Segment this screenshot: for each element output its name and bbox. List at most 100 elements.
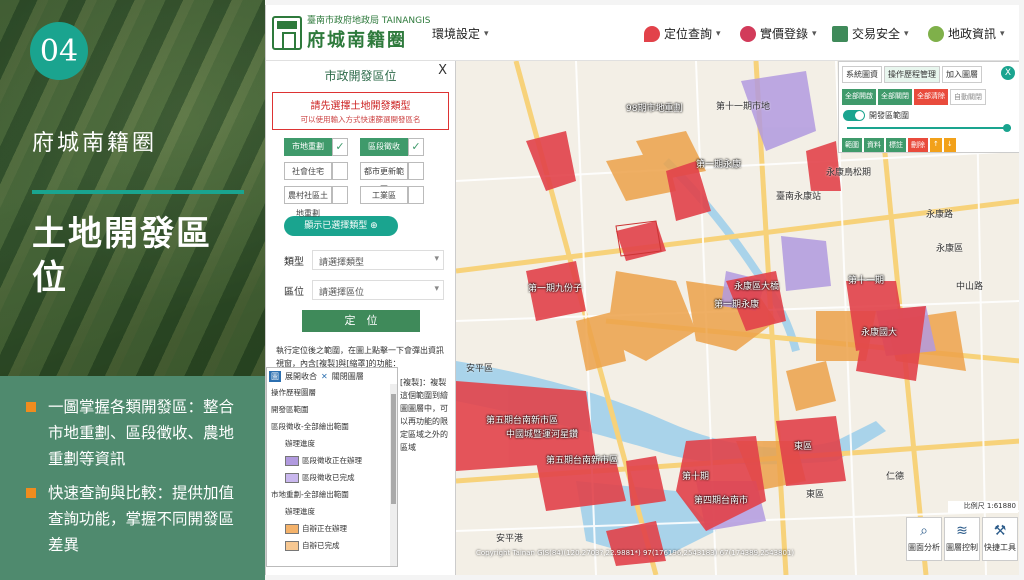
tools-button-row: 全部開啟 全部關閉 全部清除 自動關閉 <box>839 87 1019 107</box>
map-label: 臺南永康站 <box>776 192 822 202</box>
map-label: 第四期台南市 <box>694 496 749 506</box>
type-checkbox-zone-expropriation[interactable]: 區段徵收 ✓ <box>360 138 426 156</box>
map-label: 第一期永康 <box>696 160 742 170</box>
chevron-down-icon: ▾ <box>484 28 489 39</box>
top-nav-bar: 臺南市政府地政局 TAINANGIS 府城南籍圈 環境設定 ▾ 定位查詢 ▾ 實價登… <box>266 5 1019 61</box>
tab-history-management[interactable]: 操作歷程管理 <box>884 66 940 83</box>
logo-org-name: 臺南市政府地政局 TAINANGIS <box>307 16 431 26</box>
tab-add-layer[interactable]: 加入圖層 <box>942 66 982 83</box>
expand-collapse-button[interactable]: 展開收合 <box>285 371 317 382</box>
label-button[interactable]: 標註 <box>886 138 906 152</box>
legend-item-label: 自辦已完成 <box>302 541 340 550</box>
type-checkbox-urban-renewal[interactable]: 都市更新範圍 <box>360 162 426 194</box>
quick-tools-button[interactable]: ⚒ 快捷工具 <box>982 517 1018 561</box>
type-checkbox-urban-readjustment[interactable]: 市地重劃 ✓ <box>284 138 350 156</box>
area-select-label: 區位 <box>284 286 304 298</box>
legend-sub: 辦理進度 <box>285 507 315 516</box>
legend-swatch <box>285 456 299 466</box>
close-icon[interactable]: X <box>1001 66 1015 80</box>
legend-toolbar: 圖 展開收合 ✕ 關閉圖層 <box>267 368 397 384</box>
logo-app-name: 府城南籍圈 <box>307 30 407 51</box>
slide-number-badge: 04 <box>30 22 88 80</box>
select-type-notice: 請先選擇土地開發類型 可以使用輸入方式快速篩選開發區名 <box>272 92 449 130</box>
nav-transaction-safety[interactable]: 交易安全 ▾ <box>832 25 909 42</box>
nav-real-price[interactable]: 實價登錄 ▾ <box>740 25 817 42</box>
slide-title: 土地開發區位 <box>32 214 212 298</box>
close-layers-button[interactable]: 關閉圖層 <box>332 371 364 382</box>
map-label: 東區 <box>806 490 825 500</box>
chevron-down-icon: ▾ <box>716 28 721 39</box>
close-all-button[interactable]: 全部關閉 <box>878 89 912 105</box>
nav-location-search[interactable]: 定位查詢 ▾ <box>644 25 721 42</box>
empty-checkbox <box>408 162 424 180</box>
clear-all-button[interactable]: 全部清除 <box>914 89 948 105</box>
legend-swatch <box>285 541 299 551</box>
type-label: 工業區 <box>360 186 408 204</box>
data-button[interactable]: 資料 <box>864 138 884 152</box>
tab-system-layers[interactable]: 系統圖資 <box>842 66 882 83</box>
map-label: 第五期台南新市區 <box>486 416 559 426</box>
move-up-button[interactable]: ↑ <box>930 138 942 152</box>
type-checkbox-rural-readjustment[interactable]: 農村社區土地重劃 <box>284 186 350 218</box>
tools-tabs: 系統圖資 操作歷程管理 加入圖層 <box>839 62 1019 87</box>
chevron-down-icon: ▾ <box>904 28 909 39</box>
pin-icon: 圖 <box>269 370 281 382</box>
legend-item-label: 自辦正在辦理 <box>302 524 347 533</box>
plant-icon <box>928 25 944 42</box>
map-label: 東區 <box>794 442 813 452</box>
dev-area-toggle[interactable] <box>843 110 865 121</box>
bullet-item: 一圖掌握各類開發區：整合市地重劃、區段徵收、農地重劃等資訊 <box>26 394 247 472</box>
check-icon: ✓ <box>332 138 348 156</box>
toggle-label: 開發區範圍 <box>869 111 909 120</box>
map-label: 第一期九份子 <box>528 284 583 294</box>
move-down-button[interactable]: ↓ <box>943 138 956 152</box>
map-label: 永康鳥松期 <box>826 168 872 178</box>
app-logo[interactable]: 臺南市政府地政局 TAINANGIS 府城南籍圈 <box>272 13 430 52</box>
scale-bar: 比例尺 1:61880 <box>948 501 1018 513</box>
layer-control-button[interactable]: ≋ 圖層控制 <box>944 517 980 561</box>
slide-left-panel: 04 府城南籍圈 土地開發區位 一圖掌握各類開發區：整合市地重劃、區段徵收、農地… <box>0 0 265 580</box>
area-select[interactable]: 請選擇區位 <box>312 280 444 300</box>
nav-land-info[interactable]: 地政資訊 ▾ <box>928 25 1005 42</box>
opacity-slider[interactable] <box>847 124 1011 132</box>
nav-label: 實價登錄 <box>760 27 809 41</box>
location-pin-icon <box>644 25 660 42</box>
title-divider <box>32 190 244 194</box>
map-label: 中國城暨運河星鑽 <box>506 430 579 440</box>
extent-button[interactable]: 範圍 <box>842 138 862 152</box>
type-checkbox-social-housing[interactable]: 社會住宅 <box>284 162 350 180</box>
slide: 04 府城南籍圈 土地開發區位 一圖掌握各類開發區：整合市地重劃、區段徵收、農地… <box>0 0 1024 580</box>
map-label: 第一期永康 <box>714 300 760 310</box>
nav-label: 交易安全 <box>852 27 901 41</box>
legend-scrollbar[interactable] <box>390 384 397 566</box>
layers-icon: ≋ <box>956 523 968 539</box>
slide-subtitle: 府城南籍圈 <box>32 131 158 156</box>
type-select[interactable]: 請選擇類型 <box>312 250 444 270</box>
bullet-list: 一圖掌握各類開發區：整合市地重劃、區段徵收、農地重劃等資訊 快速查詢與比較：提供… <box>0 376 265 580</box>
type-select-label: 類型 <box>284 256 304 268</box>
nav-label: 地政資訊 <box>948 27 997 41</box>
type-checkbox-industrial-zone[interactable]: 工業區 <box>360 186 426 204</box>
map-analysis-button[interactable]: ⌕ 圖面分析 <box>906 517 942 561</box>
legend-group: 市地重劃-全部繪出範圍 <box>271 490 349 499</box>
nav-env-settings[interactable]: 環境設定 ▾ <box>432 25 489 42</box>
map-label: 第十期 <box>682 472 710 482</box>
close-icon[interactable]: X <box>438 63 447 78</box>
open-all-button[interactable]: 全部開啟 <box>842 89 876 105</box>
map-label: 安平區 <box>466 364 494 374</box>
locate-button[interactable]: 定 位 <box>302 310 420 332</box>
app-window: 臺南市政府地政局 TAINANGIS 府城南籍圈 環境設定 ▾ 定位查詢 ▾ 實價登… <box>265 5 1019 575</box>
legend-item: 自辦正在辦理 <box>267 520 397 537</box>
delete-button[interactable]: 刪除 <box>908 138 928 152</box>
map-label: 安平港 <box>496 534 524 544</box>
notice-sub: 可以使用輸入方式快速篩選開發區名 <box>300 115 421 124</box>
type-select-row: 類型 請選擇類型 <box>284 250 455 270</box>
empty-checkbox <box>332 162 348 180</box>
map-label: 永康路 <box>926 210 954 220</box>
tool-label: 快捷工具 <box>984 543 1016 552</box>
map-label: 98期市地重劃 <box>626 104 683 114</box>
chevron-down-icon: ▾ <box>1000 28 1005 39</box>
auto-close-button[interactable]: 自動關閉 <box>950 89 986 105</box>
type-label: 農村社區土地重劃 <box>284 186 332 218</box>
map-label: 第十一期市地 <box>716 102 771 112</box>
